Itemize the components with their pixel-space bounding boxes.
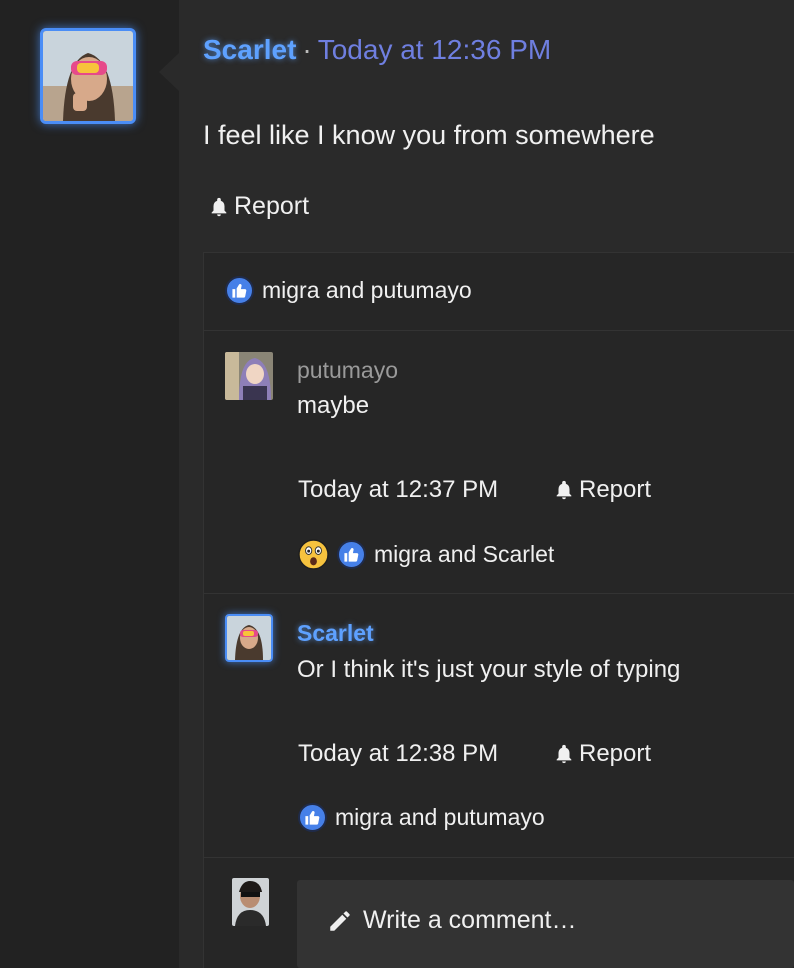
avatar-image bbox=[227, 616, 271, 660]
post-body-text: I feel like I know you from somewhere bbox=[203, 120, 655, 150]
header-separator: · bbox=[302, 34, 312, 65]
comment-avatar-scarlet[interactable] bbox=[225, 614, 273, 662]
comment-report-button[interactable]: Report bbox=[553, 740, 651, 768]
post-author-name[interactable]: Scarlet bbox=[203, 34, 296, 65]
avatar-image bbox=[225, 352, 273, 400]
comment-author-putumayo[interactable]: putumayo bbox=[297, 357, 398, 384]
reactions-panel bbox=[203, 252, 794, 968]
report-label: Report bbox=[234, 192, 310, 220]
avatar-image bbox=[43, 31, 133, 121]
post-timestamp[interactable]: Today at 12:36 PM bbox=[318, 34, 551, 65]
pencil-icon bbox=[330, 910, 350, 931]
like-icon bbox=[298, 803, 327, 832]
comment-author-scarlet[interactable]: Scarlet bbox=[297, 620, 374, 647]
comment-timestamp[interactable]: Today at 12:37 PM bbox=[298, 476, 498, 504]
bell-icon bbox=[556, 480, 572, 500]
comment-reactions[interactable]: migra and putumayo bbox=[298, 803, 545, 832]
comment-composer[interactable]: Write a comment… bbox=[297, 880, 794, 968]
comment-reaction-names: migra and Scarlet bbox=[374, 541, 555, 567]
divider bbox=[203, 857, 794, 858]
left-rail bbox=[0, 0, 180, 968]
post-reactions[interactable]: migra and putumayo bbox=[225, 276, 472, 305]
divider bbox=[203, 593, 794, 594]
comment-input-placeholder[interactable]: Write a comment… bbox=[363, 906, 576, 935]
divider bbox=[203, 330, 794, 331]
comment-avatar-putumayo[interactable] bbox=[225, 352, 273, 400]
bell-icon bbox=[211, 197, 227, 216]
comment-text: Or I think it's just your style of typin… bbox=[297, 656, 681, 683]
current-user-avatar bbox=[232, 878, 269, 926]
post-header: Scarlet · Today at 12:36 PM bbox=[203, 34, 551, 66]
comment-report-button[interactable]: Report bbox=[553, 476, 651, 504]
comment-timestamp[interactable]: Today at 12:38 PM bbox=[298, 740, 498, 768]
comment-reaction-names: migra and putumayo bbox=[335, 804, 545, 830]
post-pointer-arrow bbox=[159, 52, 180, 92]
report-label: Report bbox=[579, 740, 652, 767]
like-icon bbox=[337, 540, 366, 569]
comment-reactions[interactable]: migra and Scarlet bbox=[298, 539, 554, 570]
post-report-button[interactable]: Report bbox=[208, 192, 309, 221]
like-icon bbox=[225, 276, 254, 305]
wow-emoji-icon bbox=[298, 539, 329, 570]
avatar-image bbox=[232, 878, 269, 926]
post-reaction-names: migra and putumayo bbox=[262, 277, 472, 303]
composer-placeholder-row: Write a comment… bbox=[327, 906, 576, 935]
bell-icon bbox=[556, 744, 572, 764]
comment-text: maybe bbox=[297, 392, 370, 419]
post-author-avatar[interactable] bbox=[40, 28, 136, 124]
report-label: Report bbox=[579, 476, 652, 503]
